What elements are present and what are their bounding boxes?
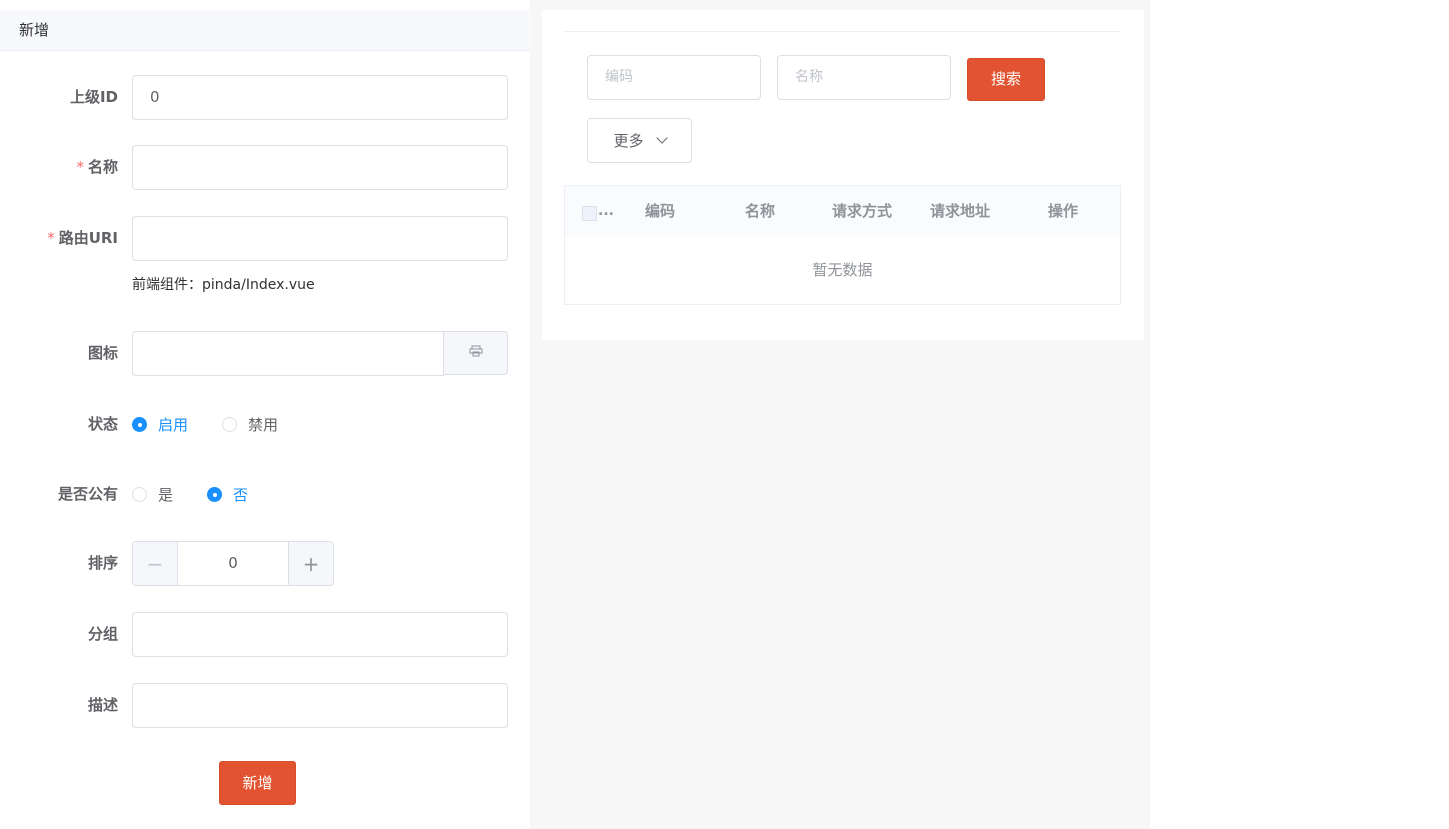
divider — [564, 31, 1120, 32]
select-column-ellipsis: ... — [598, 203, 614, 219]
table-empty-text: 暂无数据 — [812, 261, 873, 279]
route-label-text: 路由URI — [58, 229, 118, 247]
route-input[interactable] — [132, 216, 508, 261]
sort-value-input[interactable]: 0 — [178, 542, 288, 585]
column-header-url[interactable]: 请求地址 — [910, 186, 1010, 237]
column-header-code[interactable]: 编码 — [625, 186, 695, 237]
is-public-radio-yes[interactable]: 是 — [132, 484, 173, 505]
is-public-label: 是否公有 — [57, 485, 118, 503]
status-label: 状态 — [87, 415, 118, 433]
icon-label: 图标 — [87, 344, 118, 362]
description-input[interactable] — [132, 683, 508, 728]
group-input[interactable] — [132, 612, 508, 657]
chevron-down-icon — [655, 132, 668, 144]
sort-decrease-button[interactable]: − — [133, 542, 178, 585]
radio-unchecked-icon — [132, 487, 147, 502]
radio-unchecked-icon — [222, 417, 238, 432]
is-public-radio-group: 是 否 — [132, 472, 282, 517]
add-form-panel: 新增 上级ID 0 * 名称 * 路由URI 前端组件：pinda/Index.vu… — [0, 0, 530, 829]
select-all-checkbox[interactable] — [582, 206, 597, 221]
status-radio-enabled[interactable]: 启用 — [132, 414, 188, 435]
data-table: ... 编码 名称 请求方式 请求地址 操作 暂无数据 — [564, 185, 1121, 305]
form-header-title: 新增 — [0, 10, 530, 51]
name-input[interactable] — [132, 145, 508, 190]
status-radio-group: 启用 禁用 — [132, 402, 312, 447]
is-public-option-no: 否 — [233, 486, 249, 504]
column-header-name[interactable]: 名称 — [725, 186, 795, 237]
required-mark: * — [47, 229, 55, 247]
name-search-input[interactable]: 名称 — [777, 55, 951, 100]
status-option-disabled: 禁用 — [248, 416, 279, 434]
sort-increase-button[interactable]: + — [288, 542, 333, 585]
list-panel: 编码 名称 搜索 更多 ... 编码 名称 请求方式 请求地址 操作 暂无数据 — [542, 10, 1144, 340]
route-label: * 路由URI — [47, 216, 118, 261]
required-mark: * — [76, 158, 84, 176]
table-header: ... 编码 名称 请求方式 请求地址 操作 — [565, 186, 1120, 237]
more-dropdown-button[interactable]: 更多 — [587, 118, 692, 163]
icon-picker-icon — [469, 345, 483, 361]
page: 新增 上级ID 0 * 名称 * 路由URI 前端组件：pinda/Index.vu… — [0, 0, 1449, 829]
name-label: * 名称 — [76, 145, 118, 190]
is-public-option-yes: 是 — [158, 486, 174, 504]
description-label: 描述 — [87, 696, 118, 714]
group-label: 分组 — [87, 625, 118, 643]
column-header-method[interactable]: 请求方式 — [812, 186, 912, 237]
name-label-text: 名称 — [87, 158, 118, 176]
icon-picker-button[interactable] — [443, 331, 508, 375]
route-hint: 前端组件：pinda/Index.vue — [132, 277, 315, 293]
radio-checked-icon — [207, 487, 223, 502]
status-radio-disabled[interactable]: 禁用 — [222, 414, 278, 435]
search-button[interactable]: 搜索 — [967, 58, 1045, 101]
status-option-enabled: 启用 — [158, 416, 189, 434]
icon-input[interactable] — [132, 331, 444, 376]
icon-field — [132, 331, 508, 376]
parent-id-input[interactable]: 0 — [132, 75, 508, 120]
is-public-radio-no[interactable]: 否 — [207, 484, 248, 505]
sort-stepper: − 0 + — [132, 541, 334, 586]
column-header-actions: 操作 — [1047, 202, 1078, 220]
sort-label: 排序 — [87, 554, 118, 572]
parent-id-label: 上级ID — [69, 88, 118, 106]
code-search-input[interactable]: 编码 — [587, 55, 761, 100]
radio-checked-icon — [132, 417, 147, 432]
submit-add-button[interactable]: 新增 — [219, 761, 296, 805]
more-label: 更多 — [613, 132, 644, 150]
